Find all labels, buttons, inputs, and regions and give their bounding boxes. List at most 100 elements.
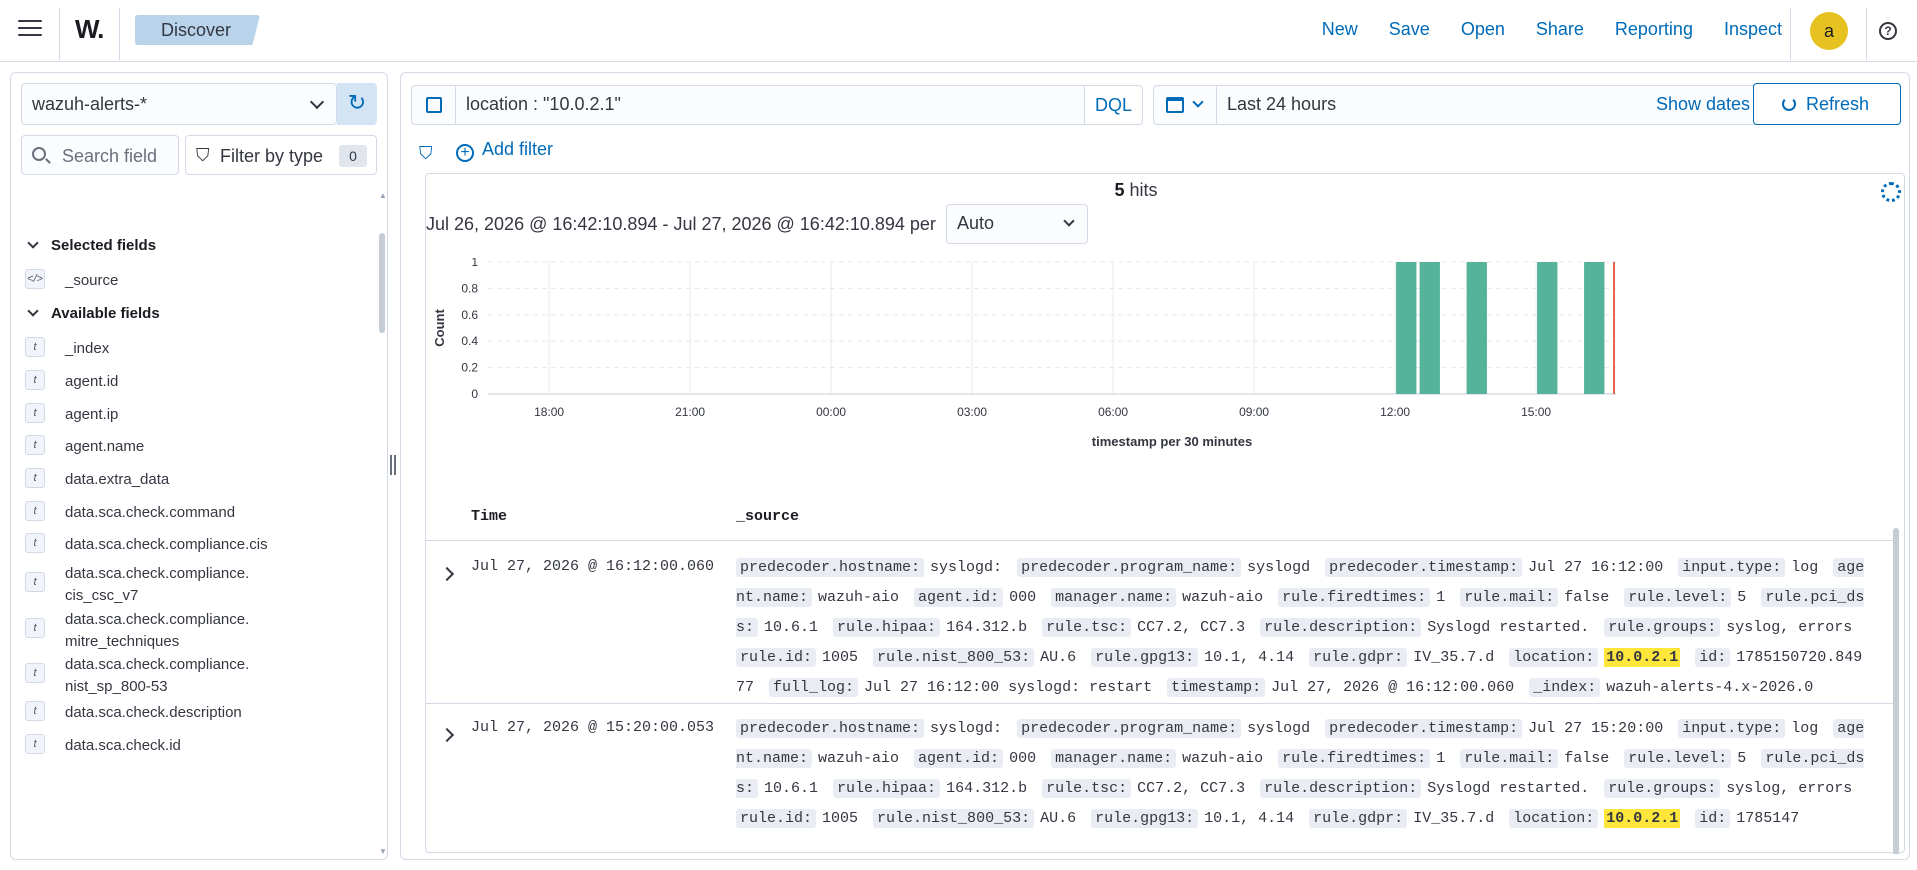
refresh-label: Refresh: [1806, 94, 1870, 114]
chevron-down-icon: [309, 94, 325, 110]
field-value: IV_35.7.d: [1413, 810, 1495, 827]
column-header-time[interactable]: Time: [471, 508, 507, 525]
time-range-display[interactable]: Last 24 hours Show dates: [1217, 85, 1761, 125]
string-type-icon: t: [25, 533, 45, 553]
field-value: IV_35.7.d: [1413, 649, 1495, 666]
string-type-icon: t: [25, 663, 45, 683]
breadcrumb-discover[interactable]: Discover: [135, 15, 260, 45]
sidebar-scrollbar[interactable]: [379, 233, 385, 333]
field-key: input.type:: [1678, 719, 1786, 738]
field-value: syslog, errors: [1726, 780, 1853, 797]
refresh-icon: [1782, 97, 1796, 111]
field-key: agent.id:: [914, 749, 1004, 768]
field-key: location:: [1509, 809, 1599, 828]
code-icon: </>: [25, 269, 45, 289]
field-name: agent.id: [65, 373, 119, 390]
field-value: 10.1, 4.14: [1204, 649, 1295, 666]
quick-select-button[interactable]: [1153, 85, 1217, 125]
chevron-right-icon[interactable]: [439, 566, 455, 582]
field-value: 1: [1436, 589, 1446, 606]
string-type-icon: t: [25, 370, 45, 390]
field-key: rule.groups:: [1604, 618, 1721, 637]
menu-icon[interactable]: [18, 20, 42, 40]
row-source: predecoder.hostname: syslogd: predecoder.…: [736, 714, 1871, 834]
histogram-bar: [1396, 262, 1417, 394]
gear-icon[interactable]: [1881, 182, 1901, 202]
add-filter-label: Add filter: [482, 139, 554, 159]
histogram-bar: [1584, 262, 1605, 394]
string-type-icon: t: [25, 468, 45, 488]
field-value: 1785147: [1736, 810, 1800, 827]
scrollbar-thumb[interactable]: [1893, 528, 1899, 854]
field-key: input.type:: [1678, 558, 1786, 577]
chevron-down-icon: [27, 237, 39, 249]
scroll-up-icon[interactable]: ▲: [379, 191, 387, 200]
selected-fields-header[interactable]: Selected fields: [25, 237, 156, 254]
field-key: rule.level:: [1624, 749, 1732, 768]
nav-share-link[interactable]: Share: [1536, 19, 1584, 40]
field-key: rule.tsc:: [1042, 618, 1132, 637]
table-row: Jul 27, 2026 @ 15:20:00.053 predecoder.ho…: [426, 714, 1896, 854]
field-key: predecoder.timestamp:: [1325, 558, 1523, 577]
field-key: predecoder.hostname:: [736, 719, 925, 738]
saved-query-button[interactable]: [411, 85, 455, 125]
interval-select[interactable]: Auto: [946, 204, 1088, 244]
field-value: log: [1791, 559, 1819, 576]
nav-inspect-link[interactable]: Inspect: [1724, 19, 1782, 40]
field-value: syslogd:: [930, 559, 1003, 576]
chevron-right-icon[interactable]: [439, 727, 455, 743]
add-filter-button[interactable]: + Add filter: [456, 139, 553, 162]
interval-value: Auto: [957, 213, 995, 233]
help-icon[interactable]: ?: [1879, 22, 1897, 40]
field-key: location:: [1509, 648, 1599, 667]
field-key: _index:: [1529, 678, 1601, 697]
app-logo[interactable]: W.: [75, 14, 104, 45]
refresh-index-button[interactable]: ↻: [337, 83, 377, 125]
interval-text: Jul 26, 2026 @ 16:42:10.894 - Jul 27, 20…: [426, 214, 936, 234]
filter-icon[interactable]: ⛉: [419, 143, 433, 164]
x-tick-label: 06:00: [1098, 405, 1128, 419]
query-language-button[interactable]: DQL: [1085, 85, 1143, 125]
show-dates-link[interactable]: Show dates: [1656, 94, 1750, 115]
string-type-icon: t: [25, 734, 45, 754]
divider: [1866, 8, 1867, 60]
nav-reporting-link[interactable]: Reporting: [1615, 19, 1693, 40]
nav-new-link[interactable]: New: [1322, 19, 1358, 40]
chevron-down-icon: [1063, 215, 1075, 227]
field-value: Syslogd restarted.: [1427, 619, 1590, 636]
filter-by-type-button[interactable]: ⛉ Filter by type 0: [185, 135, 377, 175]
y-tick-label: 0.6: [461, 308, 478, 322]
field-value: syslogd:: [930, 720, 1003, 737]
avatar[interactable]: a: [1810, 12, 1848, 50]
string-type-icon: t: [25, 337, 45, 357]
field-key: rule.gpg13:: [1091, 648, 1199, 667]
query-input[interactable]: location : "10.0.2.1": [455, 85, 1085, 125]
index-pattern-select[interactable]: wazuh-alerts-*: [21, 83, 337, 125]
field-key: manager.name:: [1051, 588, 1177, 607]
field-value: 1: [1436, 750, 1446, 767]
nav-save-link[interactable]: Save: [1389, 19, 1430, 40]
scroll-down-icon[interactable]: ▼: [379, 847, 387, 856]
field-value: 5: [1737, 589, 1747, 606]
field-value: CC7.2, CC7.3: [1137, 619, 1246, 636]
field-value: wazuh-aio: [818, 750, 900, 767]
nav-open-link[interactable]: Open: [1461, 19, 1505, 40]
histogram-bar: [1466, 262, 1487, 394]
field-value: Jul 27 16:12:00: [1528, 559, 1664, 576]
histogram-chart[interactable]: 0 0.2 0.4 0.6 0.8 1 18:00 21:00 00:00 03:00 06:00 0…: [426, 258, 1906, 488]
string-type-icon: t: [25, 435, 45, 455]
sidebar-resize-handle[interactable]: [390, 455, 396, 475]
table-scrollbar[interactable]: [1893, 510, 1899, 854]
string-type-icon: t: [25, 701, 45, 721]
field-key: rule.firedtimes:: [1278, 749, 1431, 768]
field-value: 10.6.1: [764, 619, 819, 636]
field-key: predecoder.program_name:: [1017, 719, 1242, 738]
logo-text: W.: [75, 14, 104, 44]
column-header-source[interactable]: _source: [736, 508, 799, 525]
search-field-input[interactable]: Search field: [21, 135, 179, 175]
refresh-button[interactable]: Refresh: [1753, 83, 1901, 125]
x-tick-label: 21:00: [675, 405, 705, 419]
results-panel: 5 hits Jul 26, 2026 @ 16:42:10.894 - Jul…: [425, 173, 1906, 854]
available-fields-header[interactable]: Available fields: [25, 305, 160, 322]
field-key: rule.hipaa:: [833, 618, 941, 637]
